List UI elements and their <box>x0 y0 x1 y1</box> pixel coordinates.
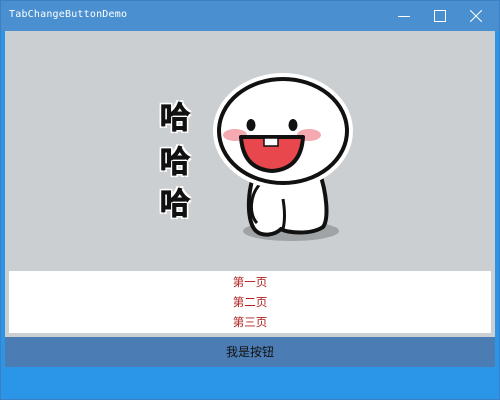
sticker-text-3: 哈 <box>160 187 191 223</box>
tab-page-1[interactable]: 第一页 <box>9 272 491 292</box>
maximize-icon <box>434 10 446 22</box>
title-bar[interactable]: TabChangeButtonDemo <box>1 1 499 31</box>
close-icon <box>470 10 482 22</box>
tab-page-2[interactable]: 第二页 <box>9 292 491 312</box>
minimize-button[interactable] <box>385 1 423 31</box>
maximize-button[interactable] <box>421 1 459 31</box>
close-button[interactable] <box>457 1 495 31</box>
sticker-text-1: 哈 <box>160 101 191 137</box>
bottom-strip <box>1 367 499 399</box>
main-button[interactable]: 我是按钮 <box>5 337 495 367</box>
laughing-character-illustration <box>213 73 353 241</box>
app-window: TabChangeButtonDemo 哈 哈 哈 第一页 第二页 第三页 我是… <box>0 0 500 400</box>
content-area: 哈 哈 哈 第一页 第二页 第三页 <box>5 31 495 337</box>
tab-page-3[interactable]: 第三页 <box>9 312 491 332</box>
minimize-icon <box>398 16 410 17</box>
window-title: TabChangeButtonDemo <box>9 9 128 20</box>
sticker-text-2: 哈 <box>160 145 191 181</box>
tab-list: 第一页 第二页 第三页 <box>9 271 491 333</box>
sticker-image: 哈 哈 哈 <box>5 31 495 271</box>
